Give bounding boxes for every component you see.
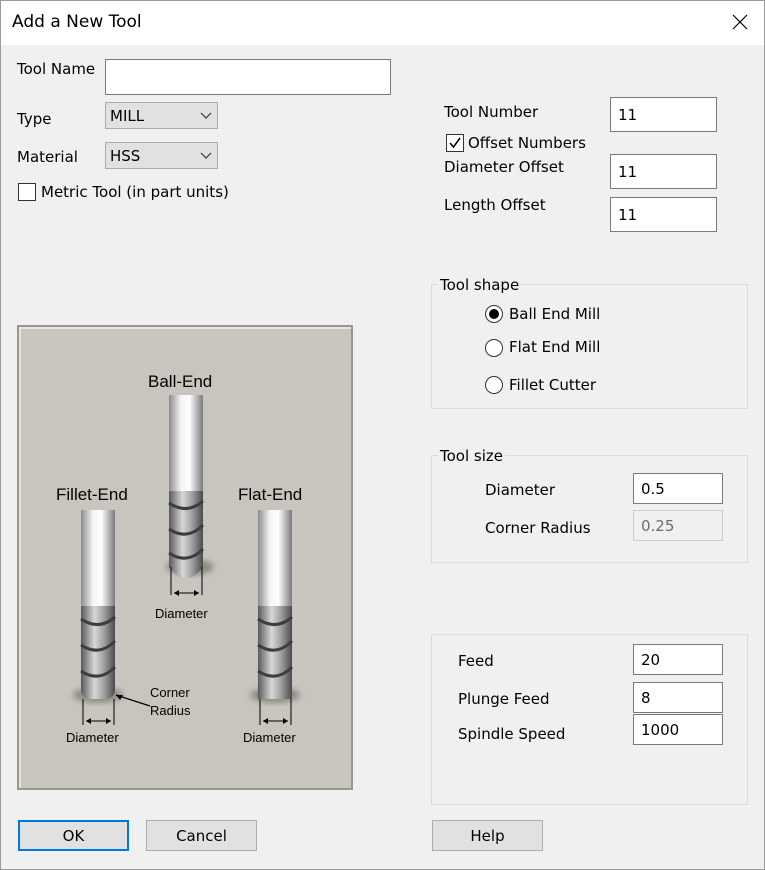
help-button[interactable]: Help xyxy=(432,820,543,851)
material-label: Material xyxy=(17,148,78,166)
ball-end-mill-label: Ball End Mill xyxy=(509,305,601,323)
diameter-offset-input[interactable] xyxy=(610,154,717,189)
corner-radius-input xyxy=(633,510,723,541)
close-button[interactable] xyxy=(724,6,756,38)
type-label: Type xyxy=(17,110,52,128)
tool-number-label: Tool Number xyxy=(444,103,539,121)
length-offset-label: Length Offset xyxy=(444,196,546,214)
ball-end-diameter-label: Diameter xyxy=(155,606,208,621)
tool-shape-illustration: Ball-End Fillet-End Flat-End Diameter Di… xyxy=(17,325,353,790)
tool-number-input[interactable] xyxy=(610,97,717,132)
flat-end-diameter-label: Diameter xyxy=(243,730,296,745)
corner-radius-caption-line2: Radius xyxy=(150,703,191,718)
corner-radius-label: Corner Radius xyxy=(485,519,591,537)
diameter-offset-label: Diameter Offset xyxy=(444,158,564,176)
corner-radius-caption-line1: Corner xyxy=(150,685,190,700)
length-offset-input[interactable] xyxy=(610,197,717,232)
ball-end-caption: Ball-End xyxy=(148,372,213,391)
tool-name-input[interactable] xyxy=(105,59,391,95)
diameter-input[interactable] xyxy=(633,473,723,504)
window-title: Add a New Tool xyxy=(12,12,142,32)
type-select-value: MILL xyxy=(110,106,145,125)
ball-end-tool-graphic xyxy=(166,395,214,596)
fillet-cutter-radio[interactable] xyxy=(485,376,503,394)
material-select[interactable]: HSS xyxy=(105,142,218,169)
flat-end-tool-graphic xyxy=(250,510,300,725)
checkmark-icon xyxy=(449,137,461,149)
feed-label: Feed xyxy=(458,652,494,670)
offset-numbers-checkbox[interactable] xyxy=(446,134,464,152)
chevron-down-icon xyxy=(200,112,212,119)
fillet-end-diameter-label: Diameter xyxy=(66,730,119,745)
metric-tool-checkbox[interactable] xyxy=(18,183,36,201)
fillet-end-tool-graphic xyxy=(73,510,151,725)
ok-button[interactable]: OK xyxy=(18,820,129,851)
feed-input[interactable] xyxy=(633,644,723,675)
spindle-speed-input[interactable] xyxy=(633,714,723,745)
close-icon xyxy=(732,14,748,30)
cancel-button[interactable]: Cancel xyxy=(146,820,257,851)
metric-tool-label: Metric Tool (in part units) xyxy=(41,183,229,201)
tool-size-legend: Tool size xyxy=(438,447,505,465)
chevron-down-icon xyxy=(200,152,212,159)
tool-illustration-svg xyxy=(73,395,300,725)
fillet-cutter-label: Fillet Cutter xyxy=(509,376,597,394)
tool-size-group xyxy=(431,455,748,563)
flat-end-mill-label: Flat End Mill xyxy=(509,338,601,356)
flat-end-caption: Flat-End xyxy=(238,485,303,504)
radio-selected-dot xyxy=(489,309,499,319)
plunge-feed-label: Plunge Feed xyxy=(458,690,550,708)
flat-end-mill-radio[interactable] xyxy=(485,339,503,357)
spindle-speed-label: Spindle Speed xyxy=(458,725,566,743)
diameter-label: Diameter xyxy=(485,481,556,499)
material-select-value: HSS xyxy=(110,146,141,165)
offset-numbers-label: Offset Numbers xyxy=(468,134,586,152)
ball-end-mill-radio[interactable] xyxy=(485,305,503,323)
fillet-end-caption: Fillet-End xyxy=(56,485,128,504)
tool-shape-legend: Tool shape xyxy=(438,276,522,294)
tool-name-label: Tool Name xyxy=(17,60,96,78)
plunge-feed-input[interactable] xyxy=(633,682,723,713)
type-select[interactable]: MILL xyxy=(105,102,218,129)
